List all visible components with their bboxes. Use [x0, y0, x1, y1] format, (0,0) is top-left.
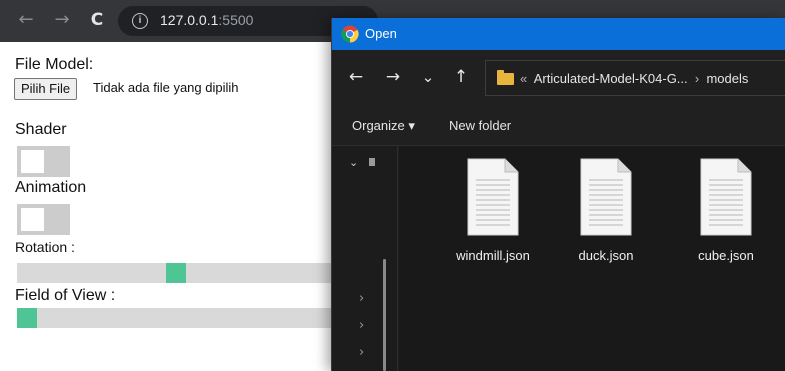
dialog-title-bar: Open: [332, 18, 785, 50]
path-segment-current[interactable]: models: [706, 71, 748, 86]
dialog-forward-icon[interactable]: →: [381, 65, 405, 89]
reload-icon[interactable]: C: [87, 9, 107, 31]
chrome-icon: [341, 25, 359, 43]
file-name: windmill.json: [456, 248, 530, 263]
rotation-slider-thumb[interactable]: [166, 263, 186, 283]
dialog-title: Open: [365, 26, 397, 41]
open-file-dialog: Open ← → ⌄ ↑ « Articulated-Model-K04-G..…: [331, 18, 785, 371]
navigation-pane-scrollbar[interactable]: [383, 259, 386, 371]
json-file-icon: [700, 158, 752, 236]
file-name: duck.json: [578, 248, 634, 263]
path-separator-icon[interactable]: ›: [695, 71, 699, 86]
file-name: cube.json: [698, 248, 754, 263]
rotation-label: Rotation :: [15, 239, 75, 255]
json-file-icon: [467, 158, 519, 236]
tree-expand-icon[interactable]: ⌄: [349, 156, 358, 169]
fov-label: Field of View :: [15, 287, 116, 304]
dialog-navigation-bar: ← → ⌄ ↑ « Articulated-Model-K04-G... › m…: [332, 50, 785, 106]
shader-toggle[interactable]: [17, 146, 70, 177]
tree-chevron-icon[interactable]: ›: [359, 345, 364, 360]
drive-icon: [369, 158, 375, 166]
recent-locations-chevron-icon[interactable]: ⌄: [416, 65, 440, 89]
shader-label: Shader: [15, 121, 67, 138]
shader-toggle-knob: [21, 150, 44, 173]
dialog-toolbar: Organize ▾ New folder: [332, 106, 785, 146]
dialog-back-icon[interactable]: ←: [344, 65, 368, 89]
json-file-icon: [580, 158, 632, 236]
dialog-path: « Articulated-Model-K04-G... › models: [520, 71, 748, 86]
rotation-slider[interactable]: [17, 263, 347, 283]
dialog-address-bar[interactable]: « Articulated-Model-K04-G... › models: [485, 60, 785, 96]
file-item-cube[interactable]: cube.json: [681, 158, 771, 278]
folder-icon: [497, 70, 514, 85]
new-folder-button[interactable]: New folder: [449, 118, 511, 133]
url-port: :5500: [218, 12, 254, 28]
organize-menu[interactable]: Organize ▾: [352, 118, 415, 134]
animation-label: Animation: [15, 179, 87, 196]
url-host: 127.0.0.1: [160, 12, 219, 28]
url-text: 127.0.0.1:5500: [160, 12, 253, 28]
file-model-label: File Model:: [15, 56, 94, 73]
file-status-text: Tidak ada file yang dipilih: [93, 80, 239, 95]
file-item-duck[interactable]: duck.json: [561, 158, 651, 278]
up-folder-icon[interactable]: ↑: [449, 65, 473, 89]
fov-slider-thumb[interactable]: [17, 308, 37, 328]
tree-chevron-icon[interactable]: ›: [359, 291, 364, 306]
back-arrow-icon[interactable]: ←: [16, 9, 36, 31]
path-overflow-icon[interactable]: «: [520, 71, 527, 86]
navigation-pane: ⌄ › › ›: [332, 146, 398, 371]
choose-file-button[interactable]: Pilih File: [14, 78, 78, 100]
forward-arrow-icon[interactable]: →: [52, 9, 72, 31]
file-list: windmill.json duck.json cube.json: [399, 146, 785, 371]
fov-slider[interactable]: [17, 308, 347, 328]
animation-toggle-knob: [21, 208, 44, 231]
path-segment-parent[interactable]: Articulated-Model-K04-G...: [534, 71, 688, 86]
animation-toggle[interactable]: [17, 204, 70, 235]
site-info-icon[interactable]: i: [132, 13, 148, 29]
tree-chevron-icon[interactable]: ›: [359, 318, 364, 333]
file-item-windmill[interactable]: windmill.json: [448, 158, 538, 278]
